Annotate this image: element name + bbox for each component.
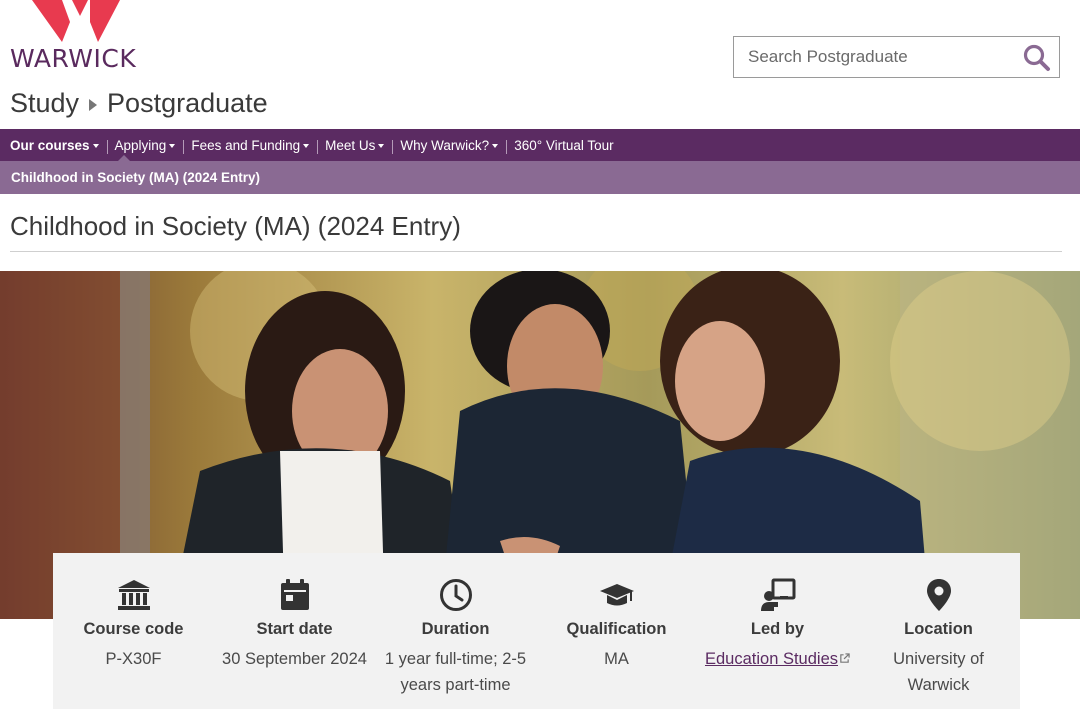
breadcrumb: Study Postgraduate bbox=[10, 88, 268, 119]
nav-applying[interactable]: Applying bbox=[106, 137, 184, 154]
nav-pointer-icon bbox=[118, 155, 130, 161]
nav-our-courses[interactable]: Our courses bbox=[2, 138, 107, 153]
location-value: University of Warwick bbox=[893, 650, 984, 694]
led-by-label: Led by bbox=[750, 620, 805, 638]
chevron-down-icon bbox=[378, 144, 385, 148]
external-link-icon bbox=[840, 653, 850, 663]
calendar-icon bbox=[280, 579, 309, 610]
nav-virtual-tour[interactable]: 360° Virtual Tour bbox=[506, 137, 621, 154]
subnav-current-course[interactable]: Childhood in Society (MA) (2024 Entry) bbox=[11, 170, 260, 185]
nav-label: Applying bbox=[114, 137, 167, 153]
start-date-label: Start date bbox=[256, 620, 333, 638]
search-input[interactable] bbox=[734, 37, 1028, 77]
start-date-value: 30 September 2024 bbox=[222, 650, 367, 668]
nav-label: Why Warwick? bbox=[400, 137, 490, 153]
map-pin-icon bbox=[926, 579, 951, 611]
teacher-icon bbox=[760, 578, 795, 611]
education-studies-link[interactable]: Education Studies bbox=[705, 650, 838, 668]
title-divider bbox=[10, 251, 1062, 252]
led-by-value: Education Studies bbox=[697, 646, 858, 672]
clock-icon bbox=[439, 579, 472, 611]
nav-meet-us[interactable]: Meet Us bbox=[317, 137, 392, 154]
bank-icon bbox=[117, 580, 150, 610]
nav-label: 360° Virtual Tour bbox=[514, 137, 614, 153]
breadcrumb-separator-icon bbox=[89, 99, 98, 111]
course-info-panel: Course code P-X30F Start date 30 Septemb… bbox=[53, 553, 1020, 709]
location-label: Location bbox=[904, 620, 973, 638]
nav-fees-and-funding[interactable]: Fees and Funding bbox=[183, 137, 317, 154]
sub-nav: Childhood in Society (MA) (2024 Entry) bbox=[0, 161, 1080, 194]
warwick-logo-mark-icon bbox=[32, 0, 120, 42]
chevron-down-icon bbox=[492, 144, 499, 148]
graduation-cap-icon bbox=[599, 584, 634, 606]
search-icon[interactable] bbox=[1023, 44, 1051, 72]
course-code-value: P-X30F bbox=[105, 650, 162, 668]
breadcrumb-study[interactable]: Study bbox=[10, 88, 79, 119]
nav-why-warwick[interactable]: Why Warwick? bbox=[392, 137, 506, 154]
warwick-logo[interactable]: WARWICK bbox=[10, 0, 140, 73]
page-title: Childhood in Society (MA) (2024 Entry) bbox=[10, 211, 461, 241]
breadcrumb-postgraduate[interactable]: Postgraduate bbox=[107, 88, 268, 119]
duration-label: Duration bbox=[421, 620, 490, 638]
duration-value: 1 year full-time; 2-5 years part-time bbox=[384, 650, 527, 694]
search-box bbox=[733, 36, 1060, 78]
chevron-down-icon bbox=[303, 144, 310, 148]
course-code-label: Course code bbox=[83, 620, 184, 638]
logo-text: WARWICK bbox=[10, 44, 137, 73]
chevron-down-icon bbox=[92, 144, 99, 148]
qualification-value: MA bbox=[604, 650, 629, 668]
main-nav: Our courses Applying Fees and Funding Me… bbox=[0, 129, 1080, 161]
qualification-label: Qualification bbox=[566, 620, 667, 638]
nav-label: Fees and Funding bbox=[191, 137, 301, 153]
chevron-down-icon bbox=[169, 144, 176, 148]
nav-label: Our courses bbox=[10, 137, 90, 153]
nav-label: Meet Us bbox=[325, 137, 376, 153]
